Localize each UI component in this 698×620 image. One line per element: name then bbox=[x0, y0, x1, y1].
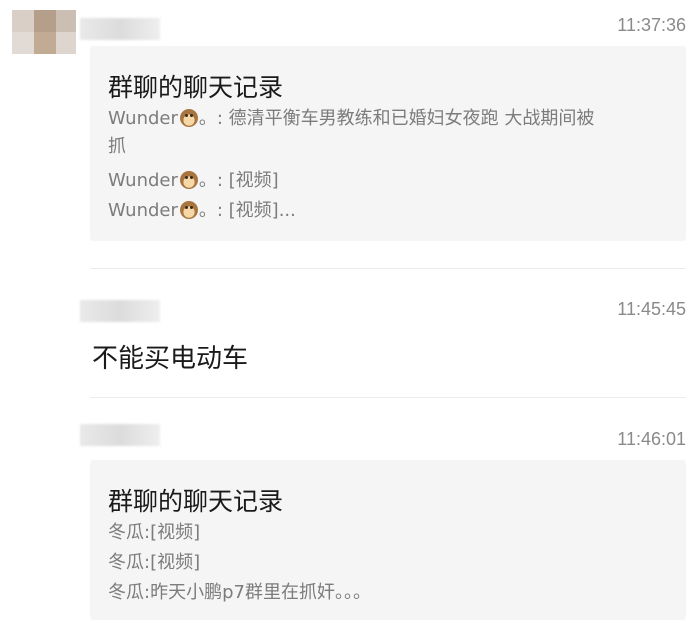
sender-name-redacted bbox=[80, 424, 160, 446]
divider bbox=[90, 268, 686, 269]
card-line: 冬瓜:昨天小鹏p7群里在抓奸。。。 bbox=[108, 582, 371, 603]
chat-history-card[interactable]: 群聊的聊天记录 Wunder 。: 德清平衡车男教练和已婚妇女夜跑 大战期间被 抓… bbox=[90, 46, 686, 241]
card-line: 冬瓜:[视频] bbox=[108, 552, 201, 573]
card-title: 群聊的聊天记录 bbox=[108, 487, 284, 516]
card-line: Wunder 。: 德清平衡车男教练和已婚妇女夜跑 大战期间被 bbox=[108, 106, 676, 132]
message-text: 抓 bbox=[108, 136, 126, 157]
divider bbox=[90, 397, 686, 398]
sender-name: Wunder bbox=[108, 200, 178, 221]
sender-name-redacted bbox=[80, 300, 160, 322]
monkey-icon bbox=[179, 109, 198, 127]
sender-name: Wunder bbox=[108, 108, 178, 129]
card-title: 群聊的聊天记录 bbox=[108, 73, 284, 102]
card-line: 冬瓜:[视频] bbox=[108, 522, 201, 543]
card-line: 抓 bbox=[108, 134, 676, 160]
message-text[interactable]: 不能买电动车 bbox=[92, 338, 248, 375]
card-line: Wunder 。: [视频]... bbox=[108, 198, 676, 224]
chat-history-card[interactable]: 群聊的聊天记录 冬瓜:[视频] 冬瓜:[视频] 冬瓜:昨天小鹏p7群里在抓奸。。… bbox=[90, 460, 686, 620]
sender-name-redacted bbox=[80, 18, 160, 40]
card-line: Wunder 。: [视频] bbox=[108, 168, 676, 194]
monkey-icon bbox=[179, 201, 198, 219]
message-text: 。: [视频] bbox=[198, 170, 279, 191]
timestamp: 11:37:36 bbox=[617, 15, 686, 35]
timestamp: 11:45:45 bbox=[617, 299, 686, 319]
message-text: 。: 德清平衡车男教练和已婚妇女夜跑 大战期间被 bbox=[198, 108, 595, 129]
avatar[interactable] bbox=[0, 0, 80, 60]
message-text: 。: [视频]... bbox=[198, 200, 296, 221]
monkey-icon bbox=[179, 171, 198, 189]
sender-name: Wunder bbox=[108, 170, 178, 191]
timestamp: 11:46:01 bbox=[617, 429, 686, 449]
